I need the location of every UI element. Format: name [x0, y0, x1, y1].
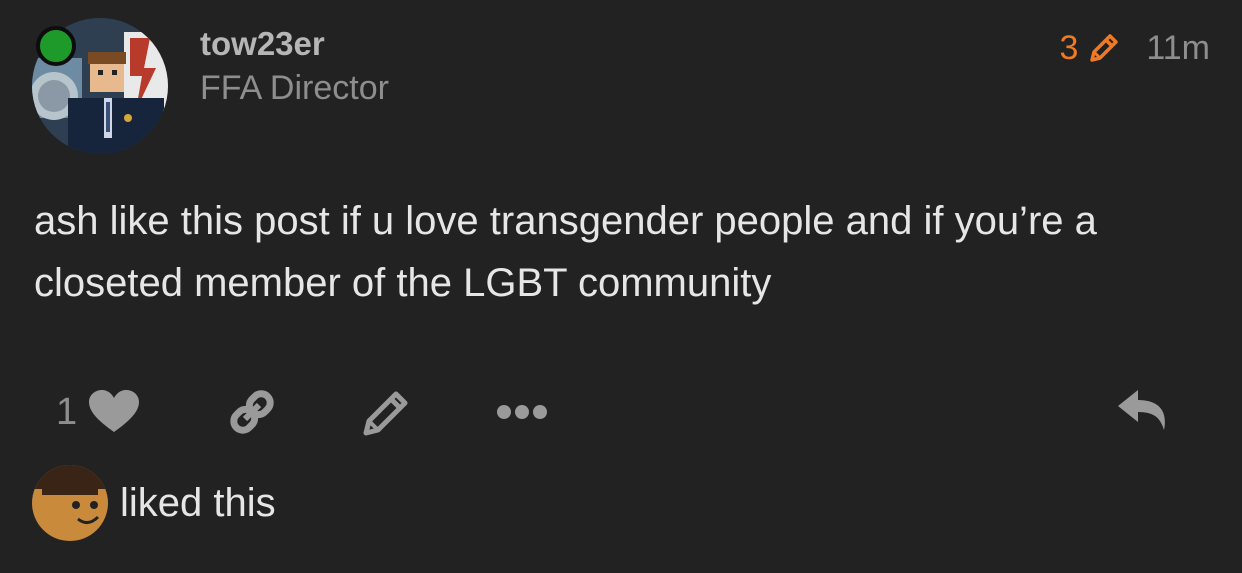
- pencil-icon[interactable]: [1086, 30, 1122, 66]
- pencil-icon: [363, 391, 408, 436]
- edit-button[interactable]: [360, 384, 414, 440]
- post-meta: 3 11m: [1059, 28, 1210, 68]
- post: tow23er FFA Director 3 11m ash like this…: [0, 0, 1242, 573]
- author-title: FFA Director: [200, 69, 389, 107]
- reply-icon: [1118, 390, 1165, 430]
- online-status-indicator: [36, 26, 76, 66]
- reply-button[interactable]: [1116, 384, 1172, 440]
- liked-this-label: liked this: [120, 480, 276, 525]
- post-actions: 1: [56, 384, 1186, 440]
- like-count: 1: [56, 390, 78, 433]
- copy-link-button[interactable]: [226, 384, 278, 440]
- author-username[interactable]: tow23er: [200, 24, 325, 64]
- post-time[interactable]: 11m: [1146, 28, 1210, 68]
- like-button[interactable]: 1: [56, 384, 140, 440]
- ellipsis-icon: [497, 405, 547, 419]
- link-icon: [230, 390, 274, 434]
- likes-summary: liked this: [32, 465, 276, 541]
- more-options-button[interactable]: [496, 384, 548, 440]
- liker-avatar[interactable]: [32, 465, 108, 541]
- edit-count[interactable]: 3: [1059, 28, 1078, 68]
- author-avatar-container[interactable]: [32, 18, 168, 154]
- post-body: ash like this post if u love transgender…: [34, 199, 1097, 305]
- heart-icon: [89, 390, 140, 432]
